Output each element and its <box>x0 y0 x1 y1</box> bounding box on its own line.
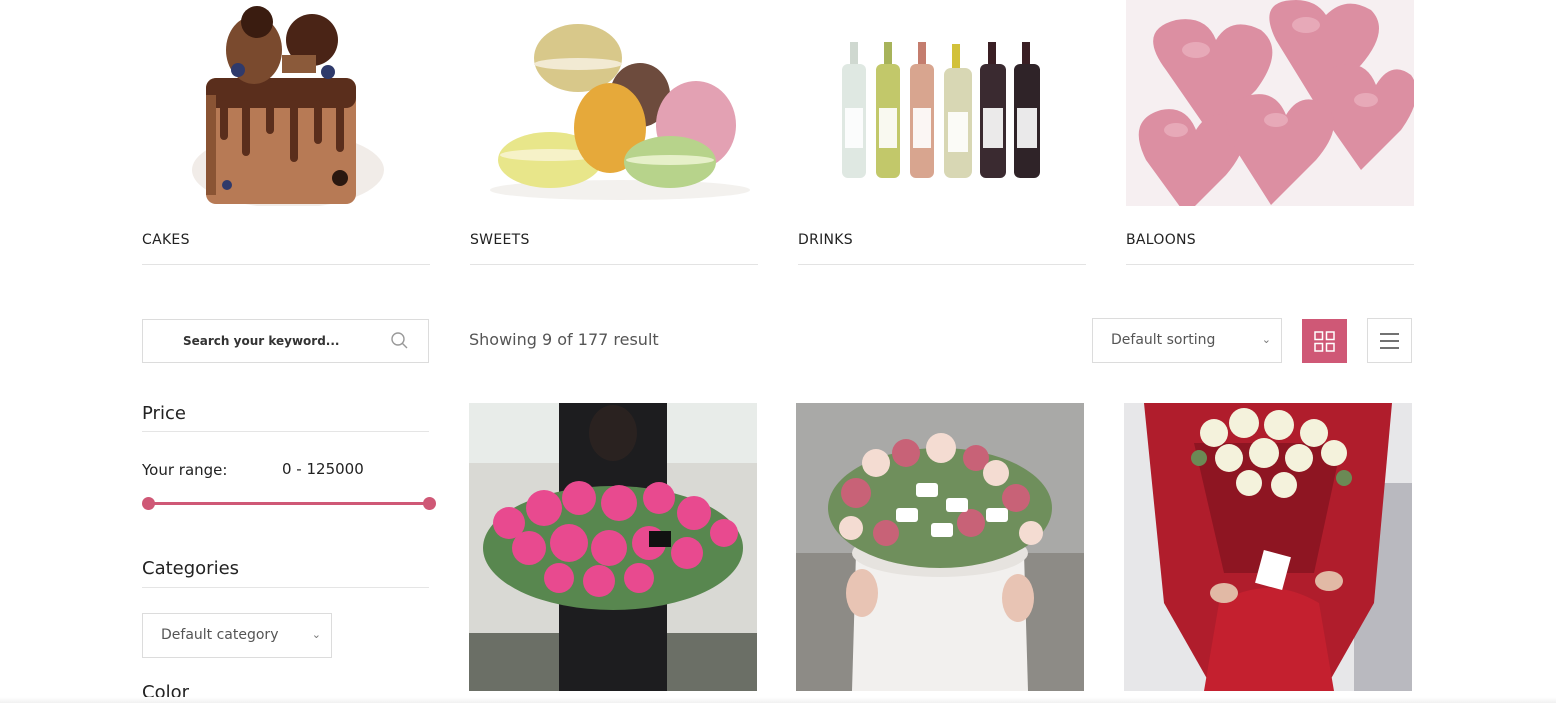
category-label[interactable]: SWEETS <box>470 232 530 248</box>
search-icon[interactable] <box>390 331 410 351</box>
sweets-image[interactable] <box>470 0 758 206</box>
price-slider-min-handle[interactable] <box>142 497 155 510</box>
divider <box>1126 264 1414 265</box>
drinks-image[interactable] <box>798 0 1086 206</box>
divider <box>142 431 429 432</box>
divider <box>470 264 758 265</box>
category-label[interactable]: CAKES <box>142 232 190 248</box>
divider <box>142 587 429 588</box>
price-slider-max-handle[interactable] <box>423 497 436 510</box>
grid-view-button[interactable] <box>1302 319 1347 363</box>
category-select-value: Default category <box>161 627 279 643</box>
search-box <box>142 319 429 363</box>
divider <box>798 264 1086 265</box>
product-image[interactable] <box>1124 403 1412 691</box>
chevron-down-icon: ⌄ <box>311 628 321 641</box>
product-card[interactable] <box>1124 403 1412 691</box>
product-card[interactable] <box>796 403 1084 691</box>
result-count: Showing 9 of 177 result <box>469 330 659 349</box>
product-image[interactable] <box>469 403 757 691</box>
price-widget-title: Price <box>142 403 186 424</box>
price-slider-track[interactable] <box>148 502 429 505</box>
list-view-icon <box>1380 333 1399 349</box>
page-bottom-edge <box>0 697 1556 703</box>
search-input[interactable] <box>183 320 383 362</box>
category-label[interactable]: BALOONS <box>1126 232 1196 248</box>
product-card[interactable] <box>469 403 757 691</box>
price-range-value: 0 - 125000 <box>282 460 364 478</box>
grid-view-icon <box>1314 331 1335 352</box>
sorting-select[interactable]: Default sorting ⌄ <box>1092 318 1282 363</box>
categories-widget-title: Categories <box>142 558 240 579</box>
list-view-button[interactable] <box>1367 318 1412 363</box>
product-image[interactable] <box>796 403 1084 691</box>
cakes-image[interactable] <box>142 0 430 206</box>
divider <box>142 264 430 265</box>
price-range-label: Your range: <box>142 461 228 479</box>
sorting-value: Default sorting <box>1111 332 1216 348</box>
baloons-image[interactable] <box>1126 0 1414 206</box>
chevron-down-icon: ⌄ <box>1261 333 1271 346</box>
category-label[interactable]: DRINKS <box>798 232 853 248</box>
category-select[interactable]: Default category ⌄ <box>142 613 332 658</box>
